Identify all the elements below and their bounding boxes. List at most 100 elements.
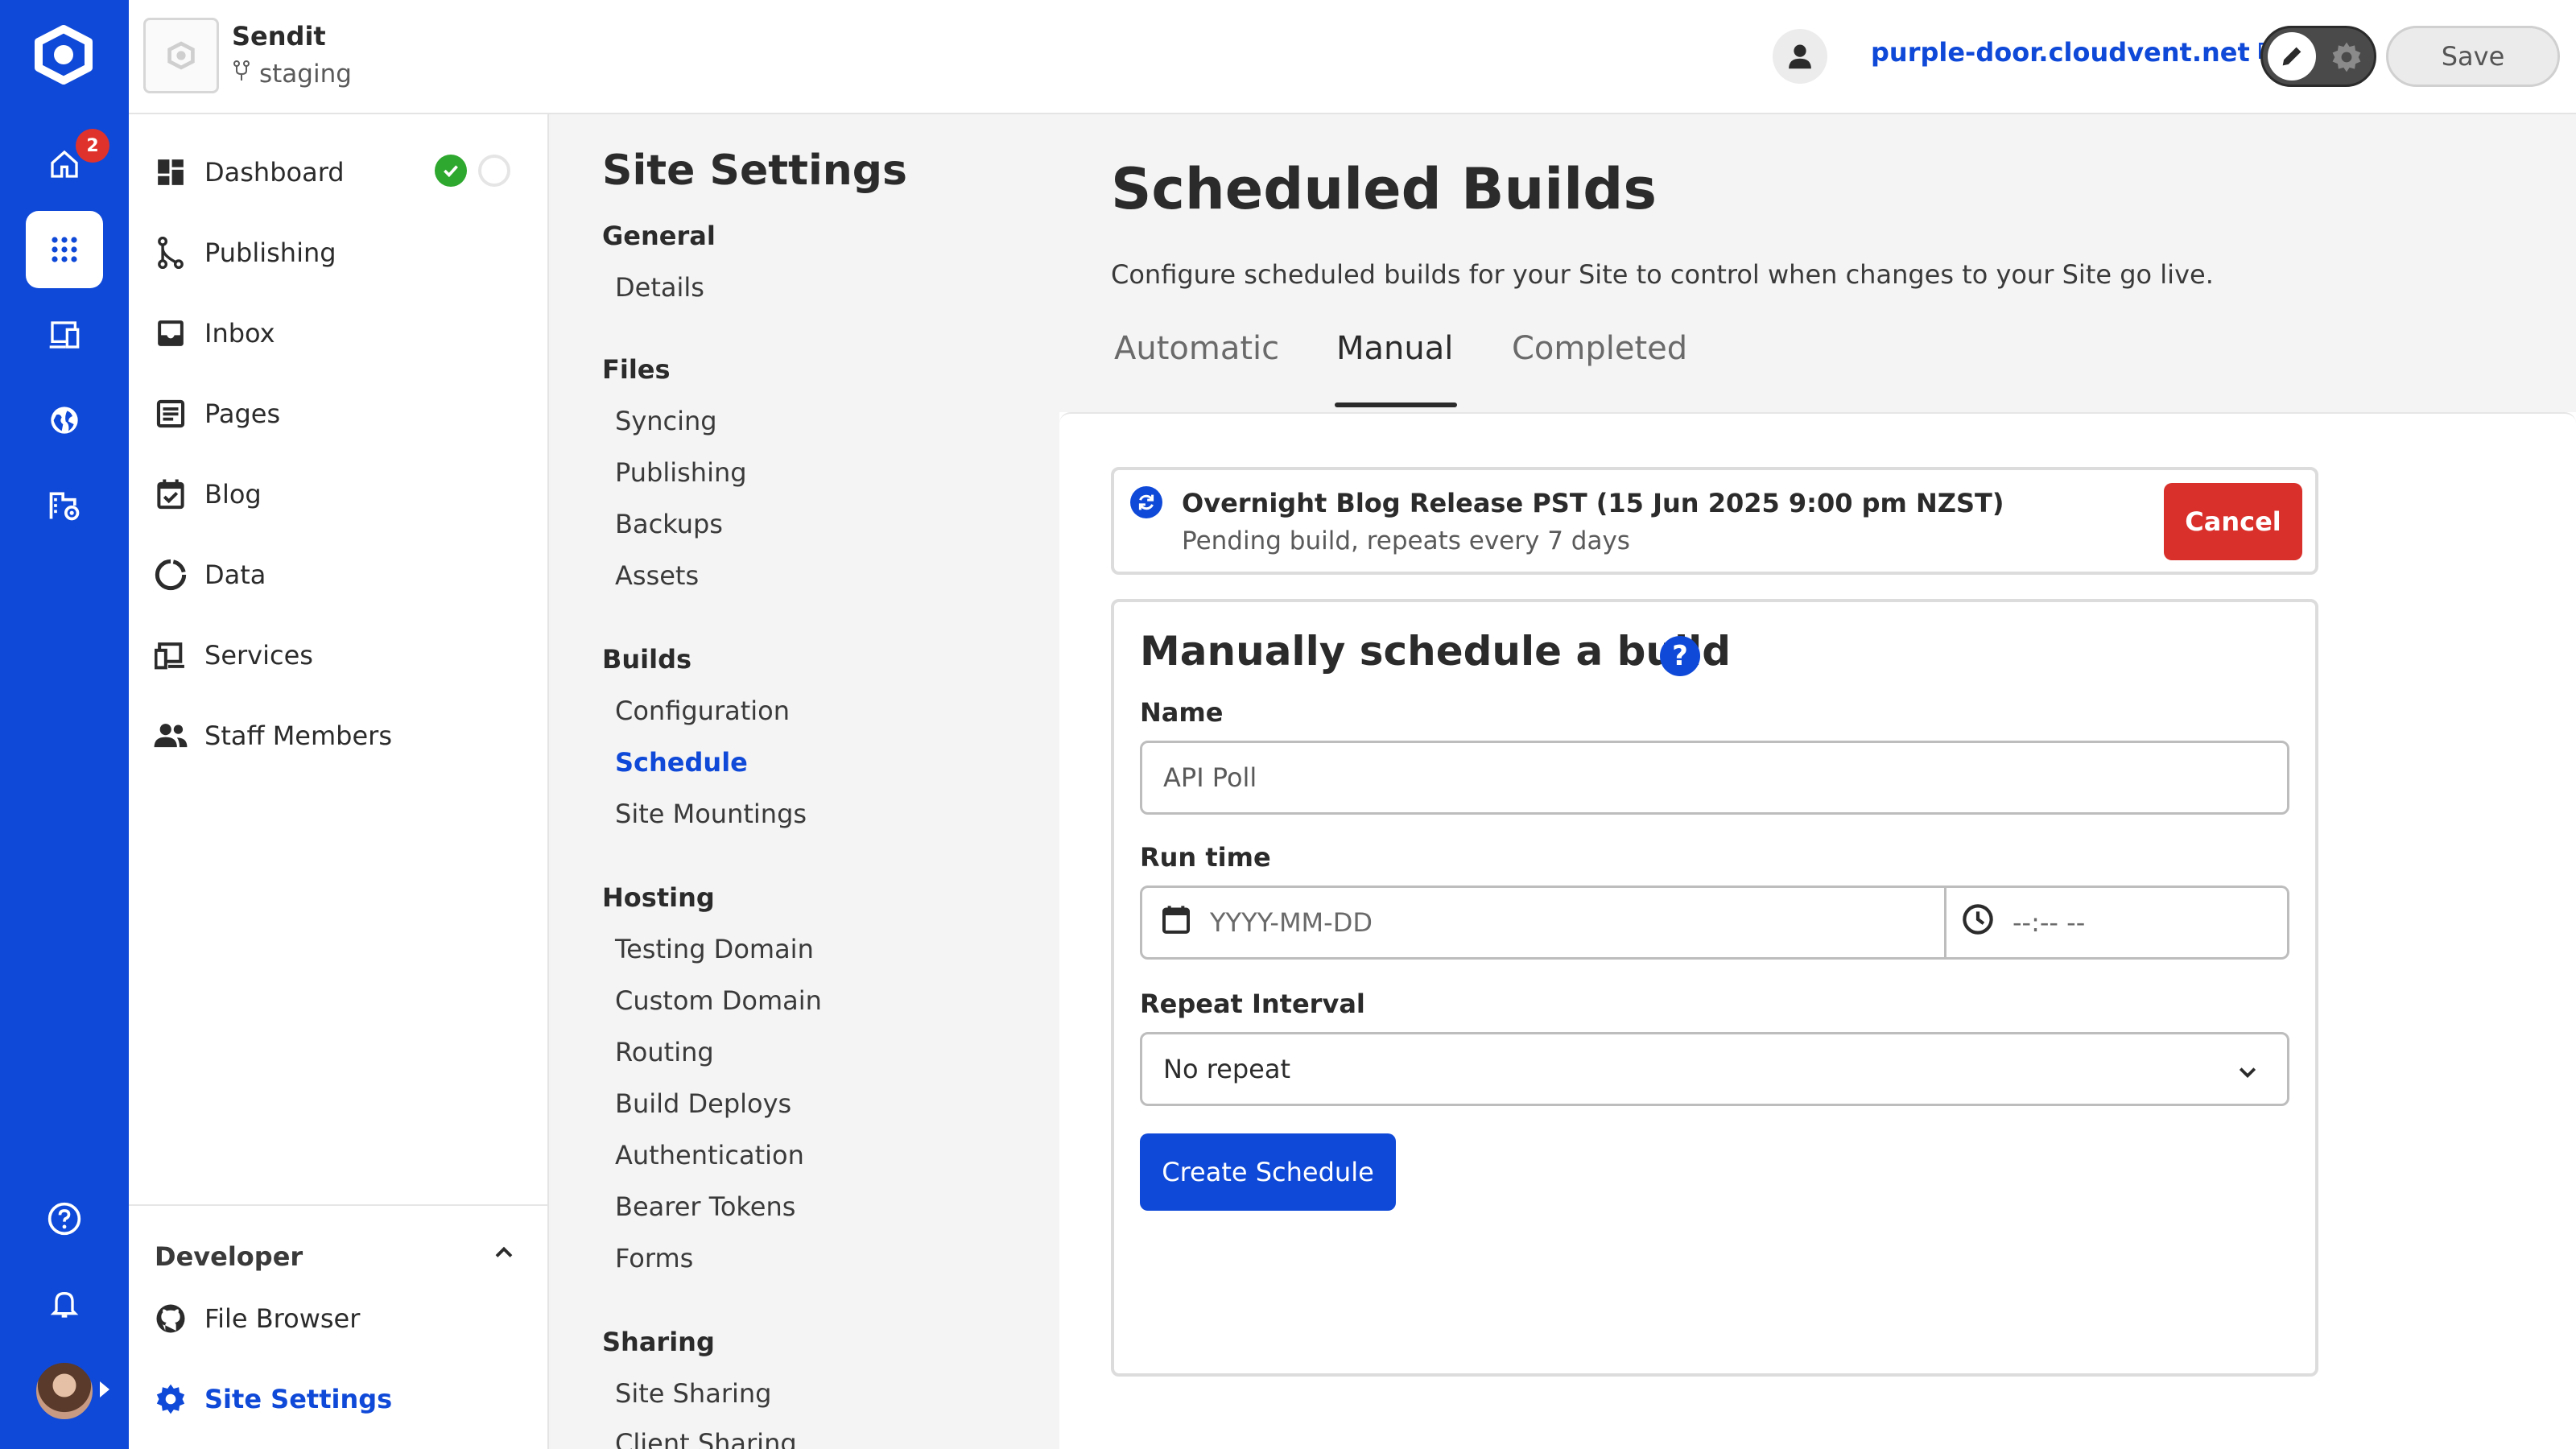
apps-grid-icon[interactable]: [26, 211, 103, 288]
calendar-icon[interactable]: [1160, 903, 1192, 942]
edit-mode-toggle[interactable]: [2260, 26, 2376, 87]
date-placeholder: YYYY-MM-DD: [1210, 907, 1373, 938]
globe-icon[interactable]: [26, 382, 103, 459]
settings-link-site-sharing[interactable]: Site Sharing: [615, 1378, 771, 1409]
developer-section: Developer File Browser Site Settings: [129, 1204, 547, 1449]
nav-item-services[interactable]: Services: [153, 631, 313, 679]
scheduled-build-status: Pending build, repeats every 7 days: [1182, 526, 1630, 555]
branch-icon: [153, 237, 188, 269]
repeat-interval-select[interactable]: No repeat: [1140, 1032, 2289, 1106]
help-icon[interactable]: [26, 1180, 103, 1257]
pencil-icon: [2268, 32, 2316, 80]
nav-item-label: Publishing: [204, 237, 336, 268]
tab-completed[interactable]: Completed: [1512, 330, 1687, 402]
time-input[interactable]: --:-- --: [1943, 886, 2289, 960]
settings-link-authentication[interactable]: Authentication: [615, 1140, 804, 1170]
create-schedule-button[interactable]: Create Schedule: [1140, 1133, 1396, 1211]
scheduled-build-title: Overnight Blog Release PST (15 Jun 2025 …: [1182, 488, 2004, 518]
name-label: Name: [1140, 697, 1224, 728]
page-description: Configure scheduled builds for your Site…: [1111, 259, 2214, 290]
settings-link-syncing[interactable]: Syncing: [615, 406, 717, 436]
services-icon: [153, 640, 188, 671]
nav-item-data[interactable]: Data: [153, 551, 266, 599]
page-title: Scheduled Builds: [1111, 156, 1657, 222]
settings-link-backups[interactable]: Backups: [615, 509, 723, 539]
settings-link-schedule[interactable]: Schedule: [615, 747, 748, 778]
repeat-interval-value: No repeat: [1163, 1054, 1290, 1084]
gear-icon: [2329, 39, 2364, 78]
nav-item-dashboard[interactable]: Dashboard: [153, 148, 345, 196]
bell-icon[interactable]: [26, 1265, 103, 1343]
site-domain-text: purple-door.cloudvent.net: [1871, 37, 2250, 68]
pages-icon: [153, 398, 188, 429]
settings-link-details[interactable]: Details: [615, 272, 704, 303]
site-domain-link[interactable]: purple-door.cloudvent.net: [1871, 37, 2277, 68]
tab-automatic[interactable]: Automatic: [1114, 330, 1279, 402]
app-logo-icon[interactable]: [29, 24, 98, 85]
chevron-up-icon[interactable]: [489, 1238, 518, 1270]
devices-icon[interactable]: [26, 296, 103, 374]
nav-item-label: File Browser: [204, 1303, 361, 1334]
settings-link-assets[interactable]: Assets: [615, 560, 699, 591]
nav-item-site-settings[interactable]: Site Settings: [153, 1375, 392, 1423]
nav-item-inbox[interactable]: Inbox: [153, 309, 275, 357]
check-icon: [435, 155, 467, 187]
settings-link-site-mountings[interactable]: Site Mountings: [615, 799, 807, 829]
top-bar: Sendit staging purple-door.cloudvent.net…: [129, 0, 2576, 114]
repeat-icon: [1130, 486, 1162, 518]
clock-icon[interactable]: [1961, 902, 1995, 943]
site-thumbnail[interactable]: [143, 18, 219, 93]
gear-icon: [153, 1382, 188, 1416]
tab-manual[interactable]: Manual: [1336, 330, 1453, 402]
cancel-schedule-button[interactable]: Cancel: [2164, 483, 2302, 560]
settings-link-routing[interactable]: Routing: [615, 1037, 714, 1067]
nav-item-publishing[interactable]: Publishing: [153, 229, 336, 277]
manual-schedule-form: Manually schedule a build ? Name API Pol…: [1111, 599, 2318, 1377]
caret-right-icon[interactable]: [100, 1381, 109, 1397]
domain-settings-icon[interactable]: [26, 467, 103, 544]
settings-title: Site Settings: [602, 147, 907, 195]
scheduled-build-card: Overnight Blog Release PST (15 Jun 2025 …: [1111, 467, 2318, 575]
chevron-down-icon: [2235, 1060, 2260, 1091]
date-input[interactable]: YYYY-MM-DD: [1140, 886, 1946, 960]
branch-label[interactable]: staging: [232, 60, 352, 89]
person-icon: [1789, 44, 1811, 69]
run-time-label: Run time: [1140, 842, 1271, 873]
settings-link-custom-domain[interactable]: Custom Domain: [615, 985, 822, 1016]
settings-link-client-sharing[interactable]: Client Sharing: [615, 1428, 797, 1449]
calendar-check-icon: [153, 478, 188, 510]
data-icon: [153, 559, 188, 591]
app-rail: 2: [0, 0, 129, 1449]
settings-link-bearer-tokens[interactable]: Bearer Tokens: [615, 1191, 795, 1222]
settings-link-publishing[interactable]: Publishing: [615, 457, 747, 488]
time-placeholder: --:-- --: [2013, 907, 2086, 938]
nav-item-file-browser[interactable]: File Browser: [153, 1294, 360, 1343]
nav-item-pages[interactable]: Pages: [153, 390, 280, 438]
branch-icon: [232, 60, 251, 89]
settings-link-configuration[interactable]: Configuration: [615, 696, 790, 726]
repeat-interval-label: Repeat Interval: [1140, 989, 1365, 1019]
settings-nav: Site Settings General Details Files Sync…: [551, 114, 1059, 1449]
site-name: Sendit: [232, 21, 326, 52]
nav-item-staff-members[interactable]: Staff Members: [153, 712, 392, 760]
settings-group-files: Files: [602, 354, 671, 385]
main-content: Scheduled Builds Configure scheduled bui…: [1059, 114, 2576, 1449]
avatar[interactable]: [34, 1360, 95, 1422]
settings-group-hosting: Hosting: [602, 882, 715, 913]
branch-name: staging: [259, 60, 352, 89]
user-account-button[interactable]: [1773, 29, 1827, 84]
settings-link-testing-domain[interactable]: Testing Domain: [615, 934, 814, 964]
nav-item-label: Dashboard: [204, 157, 345, 188]
settings-link-forms[interactable]: Forms: [615, 1243, 693, 1274]
question-icon[interactable]: ?: [1660, 636, 1700, 676]
developer-heading[interactable]: Developer: [155, 1241, 303, 1272]
save-button[interactable]: Save: [2386, 26, 2560, 87]
nav-item-blog[interactable]: Blog: [153, 470, 262, 518]
settings-link-build-deploys[interactable]: Build Deploys: [615, 1088, 791, 1119]
name-input[interactable]: API Poll: [1140, 741, 2289, 815]
nav-item-label: Inbox: [204, 318, 275, 349]
dashboard-status: [435, 155, 510, 187]
nav-item-label: Services: [204, 640, 313, 671]
settings-group-builds: Builds: [602, 644, 692, 675]
nav-item-label: Data: [204, 559, 266, 590]
